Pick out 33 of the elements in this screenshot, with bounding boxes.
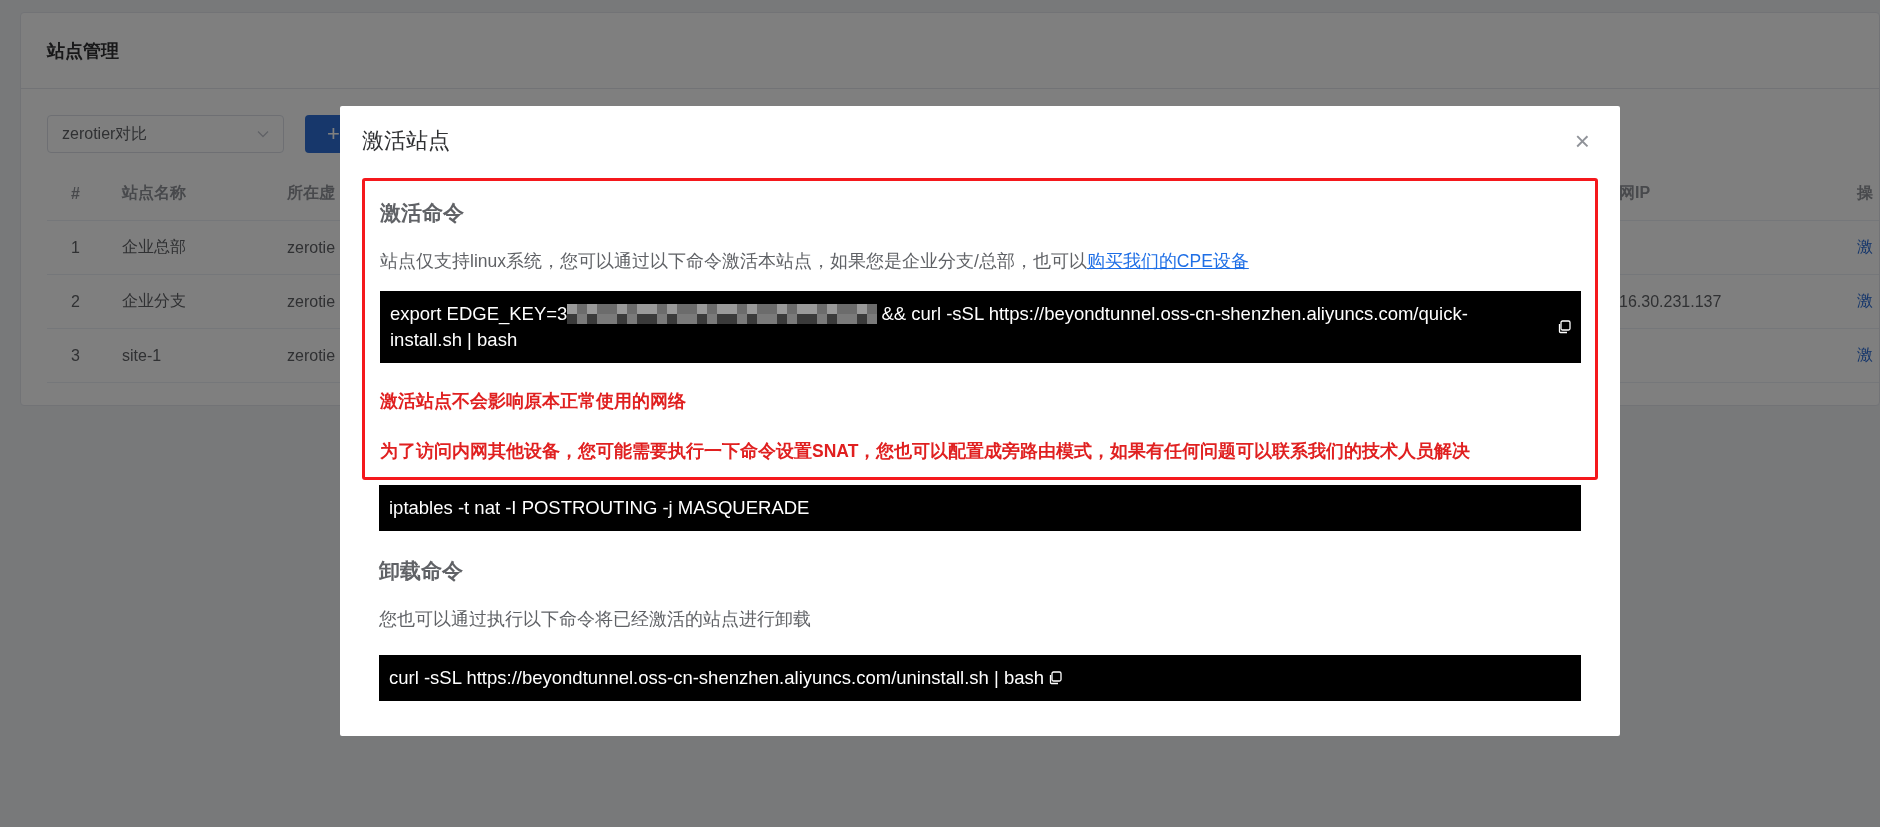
copy-icon[interactable] <box>1048 671 1063 685</box>
warning-text: 激活站点不会影响原本正常使用的网络 <box>380 390 687 413</box>
code-text: iptables -t nat -I POSTROUTING -j MASQUERADE <box>389 496 810 520</box>
code-text: && curl -sSL https://beyondtunnel.oss-cn-shenzhen.aliyuncs.com/quick- <box>881 302 1468 326</box>
table-cell: site-1 <box>122 346 162 365</box>
code-text: install.sh | bash <box>390 328 518 352</box>
instruction-text: 您也可以通过执行以下命令将已经激活的站点进行卸载 <box>379 608 812 631</box>
section-heading: 激活命令 <box>380 200 465 226</box>
table-cell-text: 企业总部 <box>122 237 186 257</box>
dialog-title: 激活站点 <box>362 127 450 155</box>
table-cell: zerotie <box>287 346 336 365</box>
close-button[interactable]: × <box>1566 128 1598 154</box>
table-cell: 3 <box>71 346 80 365</box>
column-header: # <box>71 184 80 203</box>
cpe-link[interactable]: 购买我们的CPE设备 <box>1086 251 1249 271</box>
warning-text: 为了访问内网其他设备，您可能需要执行一下命令设置SNAT，您也可以配置成旁路由模式，如果有任何问题可以联系我们的技术人员解决 <box>380 440 1472 463</box>
copy-icon[interactable] <box>1557 320 1571 334</box>
table-cell: 2 <box>71 292 80 311</box>
section-heading: 卸载命令 <box>379 558 464 584</box>
chevron-down-icon <box>257 130 269 138</box>
table-cell-text: 企业分支 <box>122 291 186 311</box>
instruction-text: 站点仅支持linux系统，您可以通过以下命令激活本站点，如果您是企业分支/总部，也可以购买我们的CPE设备 <box>380 250 1250 273</box>
action-link[interactable]: 激 <box>1857 345 1873 366</box>
code-text: curl -sSL https://beyondtunnel.oss-cn-shenzhen.aliyuncs.com/uninstall.sh | bash <box>389 666 1045 690</box>
table-cell: 1 <box>71 238 80 257</box>
table-cell: zerotie <box>287 292 336 311</box>
action-link[interactable]: 激 <box>1857 237 1873 258</box>
page-title: 站点管理 <box>47 39 119 63</box>
action-link[interactable]: 激 <box>1857 291 1873 312</box>
table-cell: zerotie <box>287 238 336 257</box>
network-select[interactable]: zerotier对比 <box>47 115 284 153</box>
code-text: export EDGE_KEY=3 <box>390 302 568 327</box>
table-cell: 16.30.231.137 <box>1619 292 1722 311</box>
